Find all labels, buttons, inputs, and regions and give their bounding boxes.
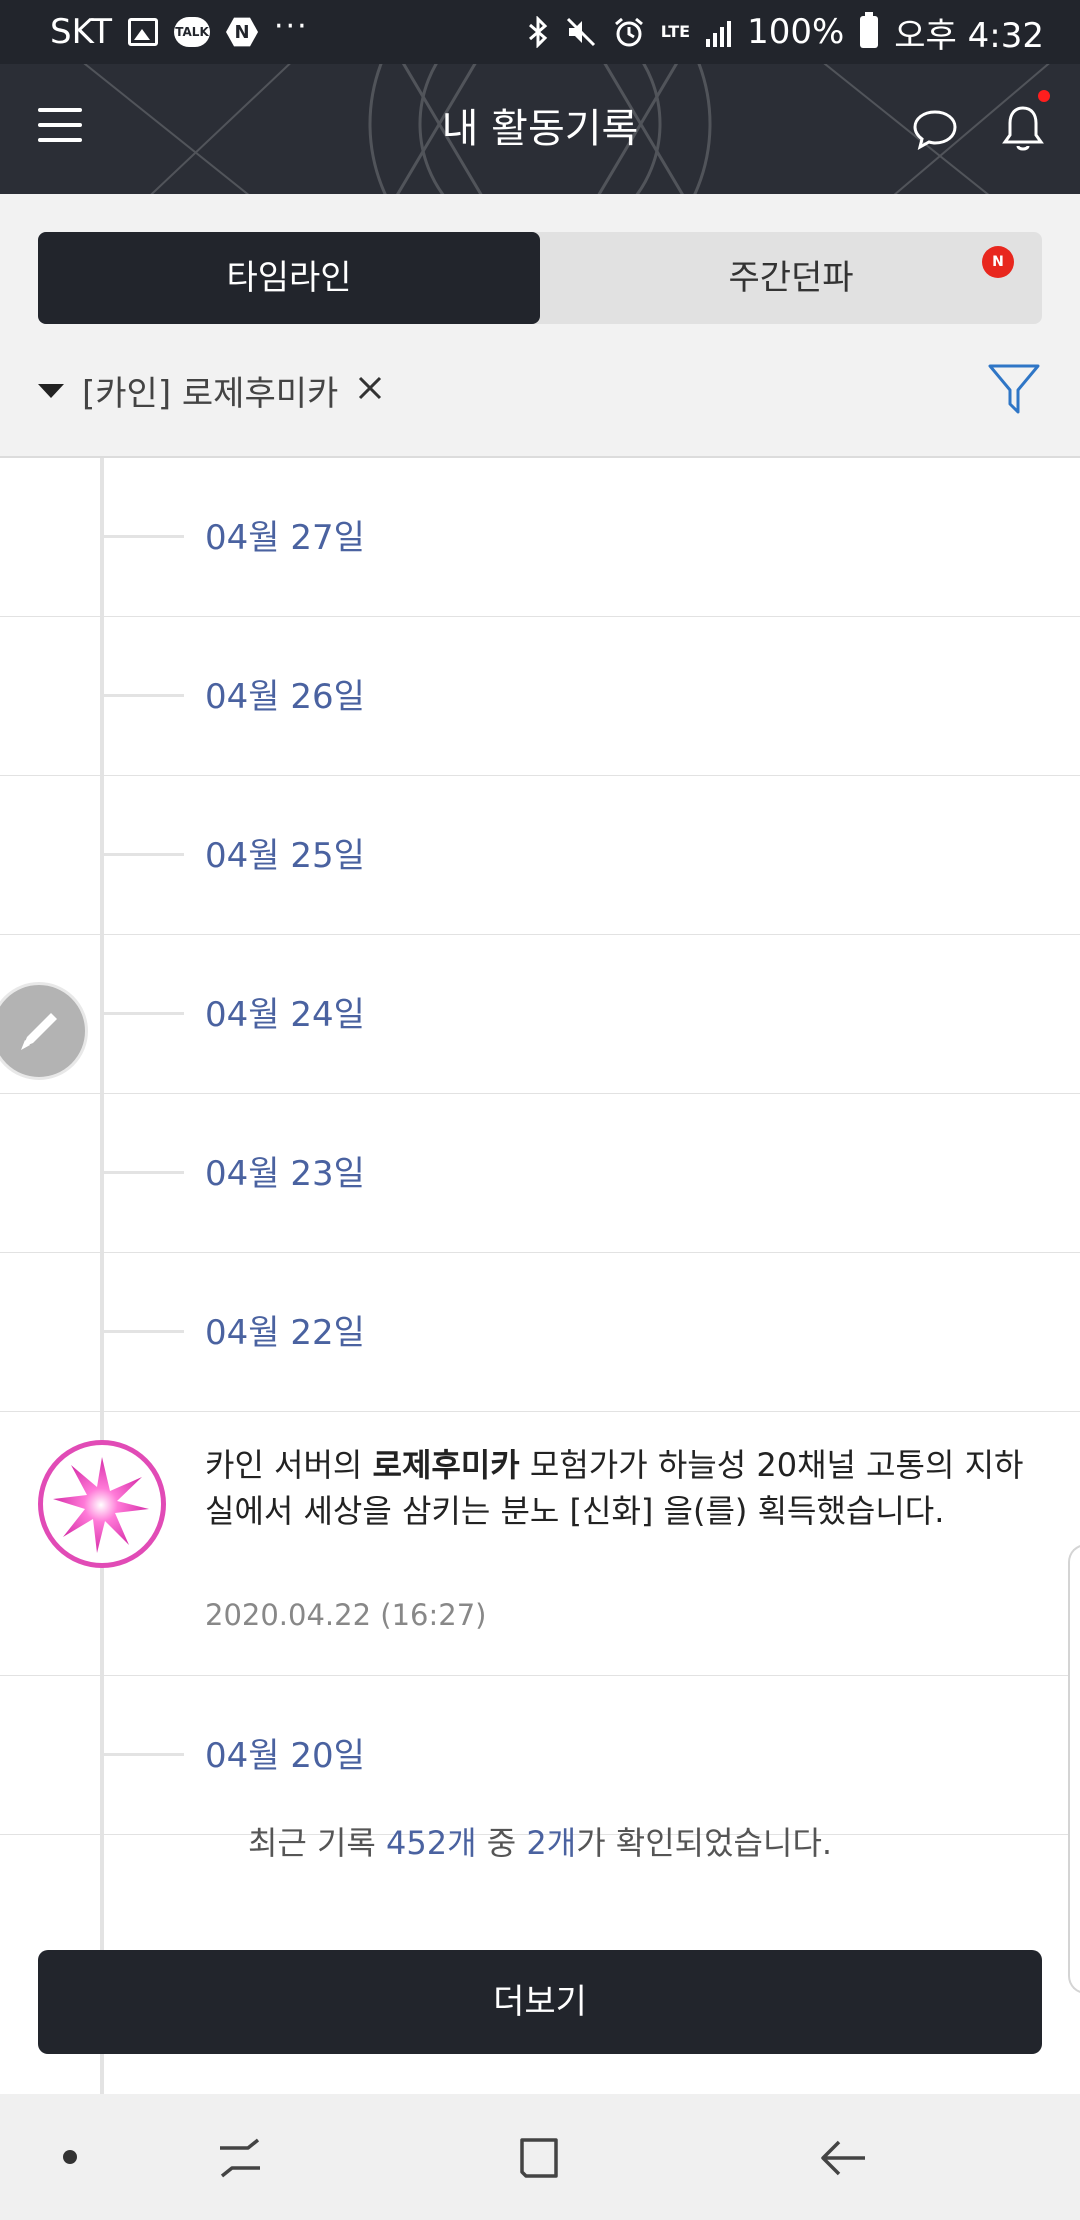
event-server: 카인 서버의 [205,1446,373,1484]
event-character: 로제후미카 [372,1446,520,1484]
date-row[interactable]: 04월 20일 [0,1676,1080,1835]
tab-weekly-label: 주간던파 [728,258,854,298]
battery-icon [860,12,879,48]
summary-suffix: 가 확인되었습니다. [576,1824,833,1862]
notification-dot [1038,90,1050,102]
starburst-icon [53,1457,149,1553]
timeline-tick [104,694,184,697]
pencil-icon [21,1013,57,1050]
more-notifications-icon: ··· [274,8,309,44]
tab-timeline[interactable]: 타임라인 [38,232,540,324]
summary-prefix: 최근 기록 [247,1824,387,1862]
bell-icon[interactable] [998,102,1048,156]
lte-label: LTE [660,22,691,41]
date-label[interactable]: 04월 25일 [205,828,365,877]
bluetooth-icon [528,16,547,48]
date-label[interactable]: 04월 27일 [205,510,365,559]
event-description: 카인 서버의 로제후미카 모험가가 하늘성 20채널 고통의 지하실에서 세상을… [205,1442,1025,1534]
summary-total: 452개 [386,1824,477,1862]
filter-row: [카인] 로제후미카 [0,344,1080,456]
back-icon[interactable] [815,2128,875,2188]
n-app-icon: N [226,17,259,47]
talk-icon: TALK [174,17,211,47]
alarm-icon [614,17,643,47]
date-row[interactable]: 04월 24일 [0,935,1080,1094]
close-icon[interactable] [352,370,388,406]
gallery-icon [128,18,159,46]
timeline-tick [104,1171,184,1174]
chat-icon[interactable] [910,104,960,154]
date-label[interactable]: 04월 20일 [205,1728,365,1777]
side-panel-handle[interactable] [1068,1544,1080,1994]
tab-bar: 타임라인 주간던파 N [38,232,1042,324]
summary-shown: 2개 [526,1824,577,1862]
status-right: LTE 100% 오후 4:32 [527,8,1044,57]
home-icon[interactable] [510,2128,570,2188]
controls-area: 타임라인 주간던파 N [카인] 로제후미카 [0,194,1080,456]
records-summary: 최근 기록 452개 중 2개가 확인되었습니다. [0,1818,1080,1864]
date-row[interactable]: 04월 25일 [0,776,1080,935]
carrier-label: SKT [50,12,113,52]
timeline: 04월 27일 04월 26일 04월 25일 04월 24일 04월 23일 … [0,456,1080,2096]
battery-percent: 100% [747,12,845,52]
date-label[interactable]: 04월 26일 [205,669,365,718]
filter-icon[interactable] [986,360,1042,416]
date-row[interactable]: 04월 23일 [0,1094,1080,1253]
event-timestamp: 2020.04.22 (16:27) [205,1598,487,1632]
mythic-item-icon [38,1440,166,1568]
timeline-tick [104,1753,184,1756]
nav-dot-icon[interactable] [63,2150,77,2164]
date-row[interactable]: 04월 22일 [0,1253,1080,1412]
timeline-tick [104,1330,184,1333]
load-more-button[interactable]: 더보기 [38,1950,1042,2054]
date-label[interactable]: 04월 24일 [205,987,365,1036]
caret-down-icon[interactable] [38,384,64,398]
status-left: SKT TALK N ··· [50,8,309,53]
date-row[interactable]: 04월 27일 [0,458,1080,617]
status-bar: SKT TALK N ··· LTE 100% 오후 4:32 [0,0,1080,64]
app-header: 내 활동기록 [0,64,1080,194]
mute-icon [566,17,595,47]
timeline-tick [104,853,184,856]
date-label[interactable]: 04월 22일 [205,1305,365,1354]
tab-weekly[interactable]: 주간던파 N [540,232,1042,324]
date-label[interactable]: 04월 23일 [205,1146,365,1195]
clock: 오후 4:32 [894,15,1044,56]
timeline-tick [104,535,184,538]
new-badge: N [982,246,1014,278]
recents-icon[interactable] [210,2128,270,2188]
system-nav-bar [0,2094,1080,2220]
signal-icon [706,17,732,47]
summary-middle: 중 [476,1824,527,1862]
character-filter-label[interactable]: [카인] 로제후미카 [82,366,338,415]
date-row[interactable]: 04월 26일 [0,617,1080,776]
timeline-event[interactable]: 카인 서버의 로제후미카 모험가가 하늘성 20채널 고통의 지하실에서 세상을… [0,1412,1080,1676]
timeline-tick [104,1012,184,1015]
